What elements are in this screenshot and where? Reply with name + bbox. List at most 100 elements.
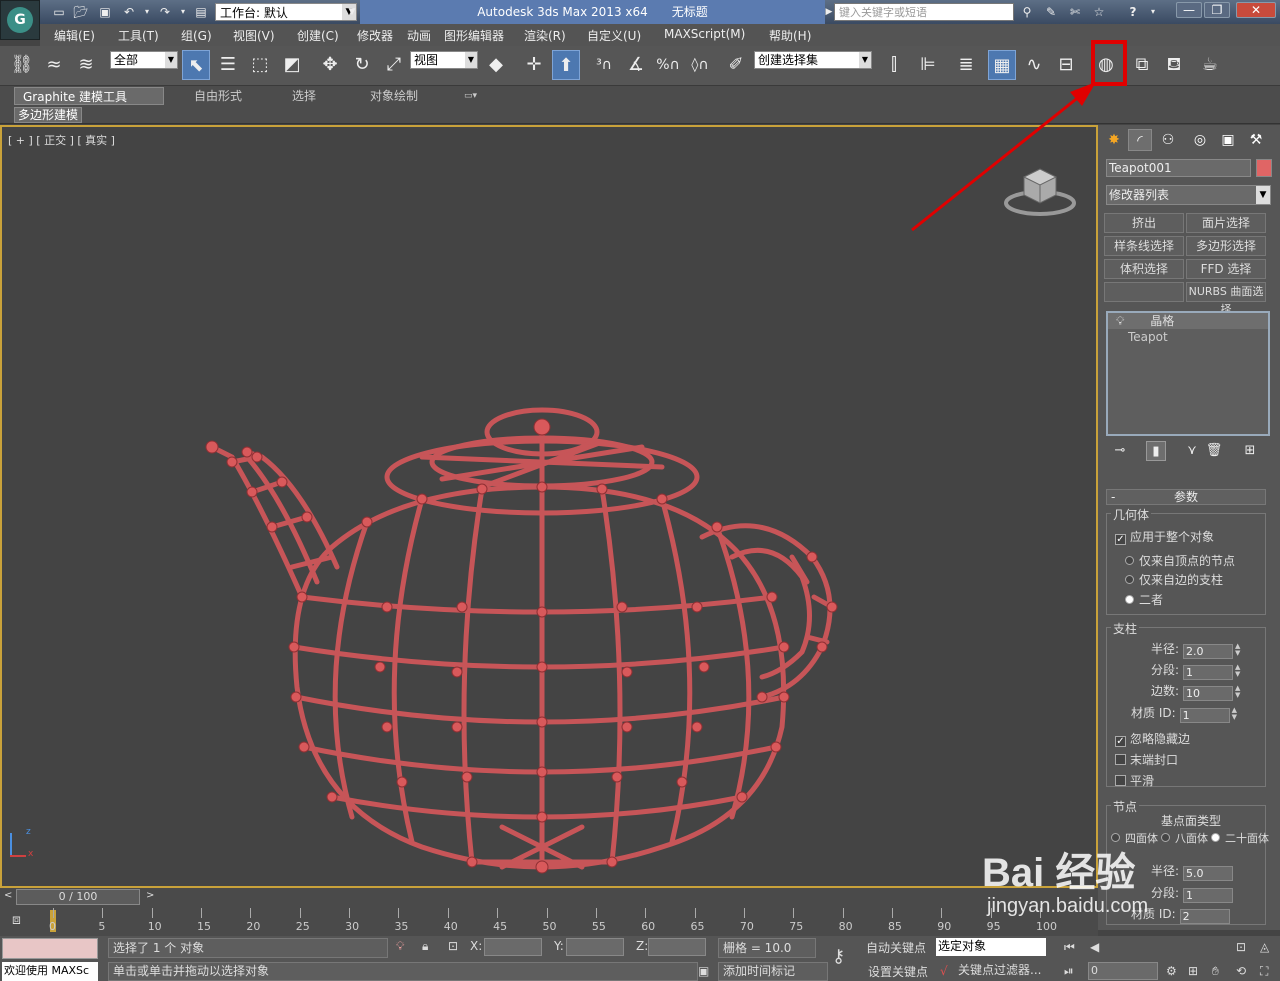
- hierarchy-panel-icon[interactable]: ⚇: [1156, 129, 1180, 151]
- display-panel-icon[interactable]: ▣: [1216, 129, 1240, 151]
- tab-polygon-modeling[interactable]: 多边形建模: [14, 107, 83, 123]
- key-mode-icon[interactable]: ⏯: [1064, 964, 1074, 979]
- help-icon[interactable]: ?: [1124, 3, 1142, 21]
- prev-frame-icon[interactable]: <: [4, 890, 12, 901]
- redo-dropdown-icon[interactable]: ▾: [174, 3, 192, 21]
- isolate-selection-icon[interactable]: 💡︎: [396, 939, 404, 954]
- auto-key-button[interactable]: 自动关键点: [866, 939, 926, 956]
- apply-whole-checkbox[interactable]: ✓ 应用于整个对象: [1115, 528, 1214, 545]
- ribbon-options-icon[interactable]: ▭▾: [456, 87, 485, 105]
- ffd-select-button[interactable]: FFD 选择: [1186, 259, 1266, 279]
- stack-item-teapot[interactable]: Teapot: [1108, 329, 1268, 345]
- object-name-input[interactable]: Teapot001: [1106, 159, 1251, 177]
- strut-matid-spinner[interactable]: 材质 ID: 1 ▲ ▼: [1131, 704, 1240, 723]
- set-key-button[interactable]: 设置关键点: [868, 963, 928, 980]
- select-manipulate-icon[interactable]: ✛: [520, 50, 548, 80]
- app-logo[interactable]: G: [0, 0, 40, 40]
- menu-create[interactable]: 创建(C): [297, 27, 339, 44]
- binoculars-icon[interactable]: ⚲: [1018, 3, 1036, 21]
- tools-icon[interactable]: ✄: [1066, 3, 1084, 21]
- teapot-lattice[interactable]: [2, 127, 1096, 886]
- radio-edge-struts[interactable]: 仅来自边的支柱: [1125, 571, 1223, 588]
- volume-select-button[interactable]: 体积选择: [1104, 259, 1184, 279]
- snaps-toggle-icon[interactable]: ³∩: [590, 50, 618, 80]
- menu-maxscript[interactable]: MAXScript(M): [664, 27, 745, 41]
- select-by-name-icon[interactable]: ☰: [214, 50, 242, 80]
- close-button[interactable]: ✕: [1236, 2, 1276, 18]
- ignore-hidden-checkbox[interactable]: ✓ 忽略隐藏边: [1115, 730, 1190, 747]
- create-panel-icon[interactable]: ✸: [1102, 129, 1126, 151]
- strut-radius-spinner[interactable]: 半径: 2.0 ▲ ▼: [1151, 640, 1243, 659]
- menu-rendering[interactable]: 渲染(R): [524, 27, 566, 44]
- rendered-frame-window-icon[interactable]: ⛾: [1160, 50, 1188, 80]
- spinner-snap-icon[interactable]: ◊∩: [686, 50, 714, 80]
- patch-select-button[interactable]: 面片选择: [1186, 213, 1266, 233]
- extrude-button[interactable]: 挤出: [1104, 213, 1184, 233]
- menu-help[interactable]: 帮助(H): [769, 27, 811, 44]
- workspace-select[interactable]: 工作台: 默认 ▼: [215, 3, 357, 21]
- edit-named-selection-icon[interactable]: ✐: [722, 50, 750, 80]
- rectangular-selection-icon[interactable]: ⬚: [246, 50, 274, 80]
- time-tag-icon[interactable]: ▣: [698, 964, 709, 978]
- open-file-icon[interactable]: 📂︎: [72, 3, 90, 21]
- quick-access-dropdown-icon[interactable]: ▼: [343, 3, 361, 21]
- unlink-icon[interactable]: ≈: [40, 50, 68, 80]
- configure-modifier-sets-icon[interactable]: ⊞: [1240, 441, 1260, 461]
- welcome-text[interactable]: 欢迎使用 MAXSc: [2, 962, 98, 981]
- tab-selection[interactable]: 选择: [284, 87, 324, 105]
- parameters-rollout-header[interactable]: - 参数: [1106, 489, 1266, 505]
- select-object-icon[interactable]: ⬉: [182, 50, 210, 80]
- motion-panel-icon[interactable]: ◎: [1188, 129, 1212, 151]
- maxscript-listener-mini[interactable]: [2, 938, 98, 959]
- radio-both[interactable]: 二者: [1125, 591, 1163, 608]
- orbit-icon[interactable]: ⟲: [1236, 964, 1246, 978]
- keyboard-shortcut-override-icon[interactable]: ⬆: [552, 50, 580, 80]
- pan-hand-icon[interactable]: ✋︎: [1212, 964, 1219, 979]
- remove-modifier-icon[interactable]: 🗑︎: [1204, 441, 1224, 461]
- spline-select-button[interactable]: 样条线选择: [1104, 236, 1184, 256]
- stack-item-lattice[interactable]: 💡︎ 晶格: [1108, 313, 1268, 329]
- favorites-star-icon[interactable]: ☆: [1090, 3, 1108, 21]
- save-file-icon[interactable]: ▣: [96, 3, 114, 21]
- help-dropdown-icon[interactable]: ▾: [1144, 3, 1162, 21]
- radio-vertex-joints[interactable]: 仅来自顶点的节点: [1125, 552, 1235, 569]
- x-coordinate-input[interactable]: [484, 938, 542, 956]
- restore-button[interactable]: ❐: [1204, 2, 1230, 18]
- menu-customize[interactable]: 自定义(U): [587, 27, 641, 44]
- end-caps-checkbox[interactable]: 末端封口: [1115, 751, 1178, 768]
- menu-graph-editors[interactable]: 图形编辑器: [444, 27, 504, 44]
- strut-segments-spinner[interactable]: 分段: 1 ▲ ▼: [1151, 661, 1243, 680]
- time-config-icon[interactable]: ⚙: [1166, 964, 1177, 978]
- show-end-result-icon[interactable]: ▮: [1146, 441, 1166, 461]
- y-coordinate-input[interactable]: [566, 938, 624, 956]
- percent-snap-icon[interactable]: %∩: [654, 50, 682, 80]
- tab-object-paint[interactable]: 对象绘制: [362, 87, 426, 105]
- menu-modifiers[interactable]: 修改器: [357, 27, 393, 44]
- modifier-list-select[interactable]: 修改器列表 ▼: [1106, 185, 1271, 205]
- track-bar[interactable]: ⧈ 0 5 10 15 20 25 30 35 40 45 50 55 60 65 70 75 80 85 90 95…: [0, 906, 1098, 936]
- zoom-extents-icon[interactable]: ⊞: [1188, 964, 1198, 978]
- modifier-stack[interactable]: 💡︎ 晶格 Teapot: [1106, 311, 1270, 436]
- time-slider[interactable]: < 0 / 100 >: [0, 888, 1098, 906]
- selection-lock-icon[interactable]: 🔒︎: [422, 939, 428, 954]
- z-coordinate-input[interactable]: [648, 938, 706, 956]
- move-icon[interactable]: ✥: [316, 50, 344, 80]
- reference-coordinate-select[interactable]: 视图 ▼: [410, 51, 478, 69]
- project-folder-icon[interactable]: ▤: [192, 3, 210, 21]
- modify-panel-icon[interactable]: ◜: [1128, 129, 1152, 151]
- tab-graphite[interactable]: Graphite 建模工具: [14, 87, 164, 105]
- strut-sides-spinner[interactable]: 边数: 10 ▲ ▼: [1151, 682, 1243, 701]
- pivot-center-icon[interactable]: ◆: [482, 50, 510, 80]
- undo-icon[interactable]: ↶: [120, 3, 138, 21]
- menu-group[interactable]: 组(G): [181, 27, 212, 44]
- angle-snap-icon[interactable]: ∡: [622, 50, 650, 80]
- time-slider-thumb[interactable]: 0 / 100: [16, 889, 140, 905]
- render-setup-icon[interactable]: ⧉: [1128, 50, 1156, 80]
- render-teapot-icon[interactable]: ☕︎: [1196, 50, 1224, 80]
- minimize-button[interactable]: —: [1176, 2, 1202, 18]
- current-frame-input[interactable]: 0: [1088, 962, 1158, 980]
- undo-dropdown-icon[interactable]: ▾: [138, 3, 156, 21]
- search-input[interactable]: 键入关键字或短语: [834, 3, 1014, 21]
- next-frame-icon[interactable]: >: [146, 890, 154, 901]
- window-crossing-icon[interactable]: ◩: [278, 50, 306, 80]
